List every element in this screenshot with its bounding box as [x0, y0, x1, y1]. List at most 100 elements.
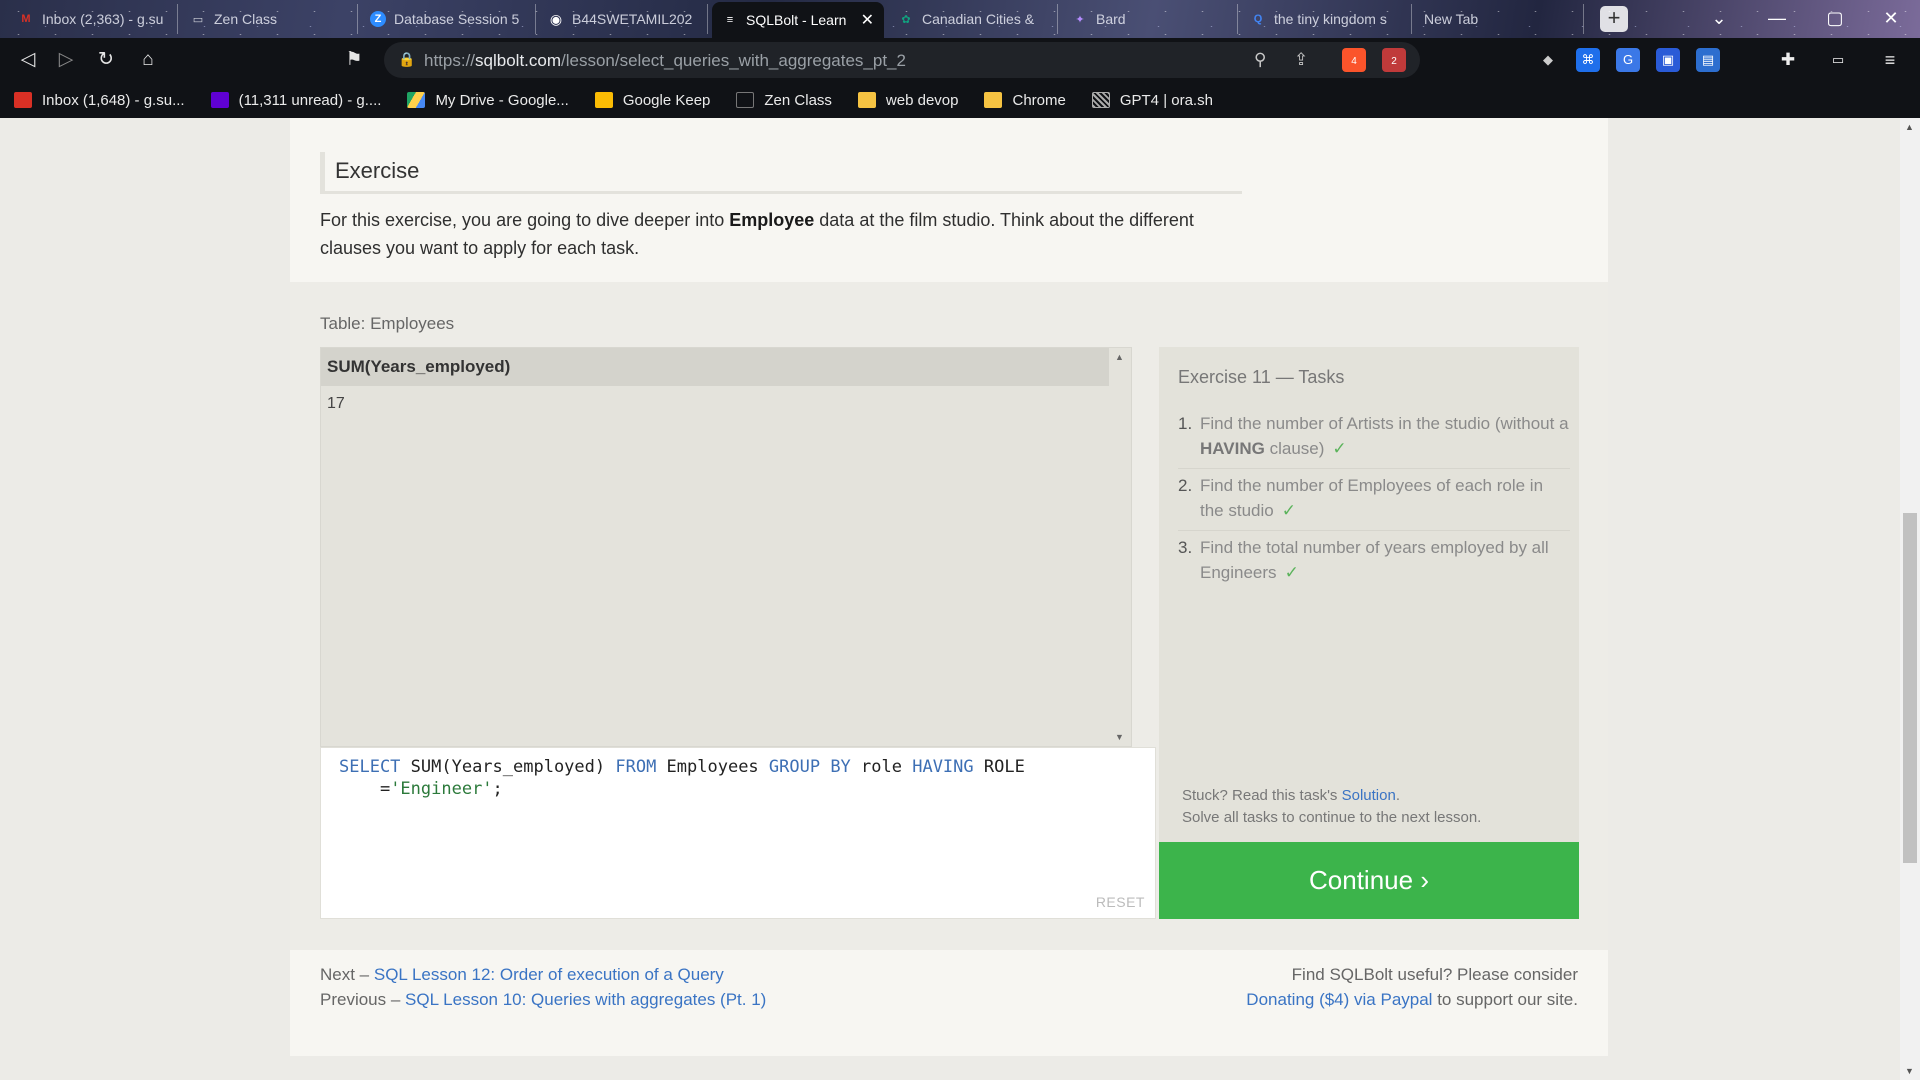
zoom-icon[interactable]: ⚲: [1254, 50, 1266, 70]
tab-search[interactable]: Q the tiny kingdom s: [1240, 4, 1412, 34]
google-drive-icon: [407, 92, 426, 108]
extension-icon-2[interactable]: ⌘: [1576, 48, 1600, 72]
translate-icon[interactable]: G: [1616, 48, 1640, 72]
maximize-button[interactable]: ▢: [1806, 0, 1864, 38]
task-item: 3. Find the total number of years employ…: [1178, 531, 1570, 592]
reload-icon[interactable]: ↻: [92, 46, 120, 74]
sql-keyword: HAVING: [912, 757, 974, 777]
tab-github[interactable]: ◉ B44SWETAMIL202: [538, 4, 708, 34]
tab-search-dropdown-icon[interactable]: ⌄: [1690, 0, 1748, 38]
task-text-part: Find the number of Artists in the studio…: [1200, 414, 1569, 433]
zen-class-icon: ▭: [192, 13, 204, 26]
reset-button[interactable]: RESET: [1096, 894, 1145, 910]
tab-new-tab[interactable]: New Tab: [1414, 4, 1584, 34]
bookmark-google-drive[interactable]: My Drive - Google...: [407, 91, 569, 109]
task-text-part: Find the number of Employees of each rol…: [1200, 476, 1544, 520]
bookmark-label: Zen Class: [764, 91, 832, 109]
close-window-button[interactable]: ✕: [1862, 0, 1920, 38]
bookmark-yahoo-mail[interactable]: (11,311 unread) - g....: [210, 91, 382, 109]
extensions-puzzle-icon[interactable]: ✚: [1776, 48, 1800, 72]
bookmark-label: (11,311 unread) - g....: [238, 91, 382, 109]
task-number: 3.: [1178, 538, 1193, 557]
results-scrollbar[interactable]: ▲ ▼: [1109, 348, 1131, 746]
tab-sqlbolt[interactable]: ≡ SQLBolt - Learn ✕: [712, 2, 884, 38]
back-icon[interactable]: ◁: [14, 46, 42, 74]
extension-icon-3[interactable]: ▣: [1656, 48, 1680, 72]
bookmark-label: Inbox (1,648) - g.su...: [42, 91, 185, 109]
sql-token: SUM(Years_employed): [400, 757, 616, 777]
share-icon[interactable]: ⇪: [1294, 50, 1308, 70]
sql-keyword: SELECT: [339, 757, 401, 777]
bookmark-folder-web-devop[interactable]: web devop: [857, 91, 959, 109]
home-icon[interactable]: ⌂: [134, 46, 162, 74]
bookmark-google-keep[interactable]: Google Keep: [594, 92, 710, 109]
bookmark-label: web devop: [885, 91, 959, 109]
lesson-content: Exercise For this exercise, you are goin…: [290, 118, 1608, 1056]
wallet-icon[interactable]: ▭: [1826, 48, 1850, 72]
continue-button[interactable]: Continue ›: [1159, 842, 1579, 919]
bookmark-label: My Drive - Google...: [435, 91, 569, 109]
sqlbolt-icon: ≡: [726, 14, 734, 26]
checkmark-icon: ✓: [1284, 563, 1299, 582]
new-tab-button[interactable]: +: [1600, 6, 1628, 32]
results-cell: 17: [327, 395, 345, 412]
scroll-down-arrow-icon[interactable]: ▼: [1905, 1066, 1914, 1076]
solve-all-text: Solve all tasks to continue to the next …: [1182, 809, 1482, 826]
next-lesson-line: Next – SQL Lesson 12: Order of execution…: [320, 962, 724, 987]
sql-query-text[interactable]: SELECT SUM(Years_employed) FROM Employee…: [339, 756, 1025, 800]
task-text-bold: HAVING: [1200, 439, 1265, 458]
previous-lesson-link[interactable]: SQL Lesson 10: Queries with aggregates (…: [405, 990, 766, 1009]
tab-chatgpt[interactable]: ✿ Canadian Cities &: [888, 4, 1058, 34]
yahoo-mail-icon: [210, 92, 229, 108]
bookmark-icon[interactable]: ⚑: [340, 46, 368, 74]
tab-bard[interactable]: ✦ Bard: [1062, 4, 1238, 34]
extension-icon-4[interactable]: ▤: [1696, 48, 1720, 72]
scroll-down-arrow-icon[interactable]: ▼: [1115, 732, 1124, 742]
folder-icon: [857, 92, 876, 108]
tab-gmail[interactable]: M Inbox (2,363) - g.su: [8, 4, 178, 34]
tab-zoom[interactable]: Z Database Session 5: [360, 4, 536, 34]
brave-shield-icon[interactable]: 4: [1342, 48, 1366, 72]
task-text-part: clause): [1264, 439, 1325, 458]
table-label: Table: Employees: [320, 314, 455, 333]
bookmark-folder-chrome[interactable]: Chrome: [984, 91, 1066, 109]
stuck-text: .: [1395, 787, 1400, 804]
minimize-button[interactable]: —: [1748, 0, 1806, 38]
extension-icon-1[interactable]: ◆: [1536, 48, 1560, 72]
scrollbar-thumb[interactable]: [1903, 513, 1917, 863]
tab-zen-class[interactable]: ▭ Zen Class: [180, 4, 358, 34]
sql-token: ;: [492, 779, 503, 799]
task-number: 1.: [1178, 414, 1193, 433]
scroll-up-arrow-icon[interactable]: ▲: [1905, 122, 1914, 132]
bookmark-gpt4[interactable]: GPT4 | ora.sh: [1091, 92, 1213, 109]
zoom-icon: Z: [370, 11, 386, 27]
url-path: /lesson/select_queries_with_aggregates_p…: [561, 51, 906, 70]
results-column-header: SUM(Years_employed): [321, 348, 1131, 386]
gpt4-icon: [1091, 92, 1110, 108]
menu-icon[interactable]: ≡: [1878, 48, 1902, 72]
task-text-part: Find the total number of years employed …: [1200, 538, 1549, 582]
next-lesson-link[interactable]: SQL Lesson 12: Order of execution of a Q…: [374, 965, 724, 984]
bookmark-zen-class[interactable]: Zen Class: [736, 92, 832, 109]
scroll-up-arrow-icon[interactable]: ▲: [1115, 352, 1124, 362]
solution-link[interactable]: Solution: [1342, 787, 1396, 804]
bookmark-gmail[interactable]: Inbox (1,648) - g.su...: [14, 92, 185, 109]
brave-badge: 4: [1351, 56, 1357, 67]
bookmarks-bar: Inbox (1,648) - g.su... (11,311 unread) …: [0, 82, 1920, 118]
tasks-panel: Exercise 11 — Tasks 1. Find the number o…: [1159, 347, 1579, 919]
checkmark-icon: ✓: [1281, 501, 1296, 520]
sql-keyword: FROM: [615, 757, 657, 777]
sql-editor[interactable]: SELECT SUM(Years_employed) FROM Employee…: [320, 747, 1156, 919]
bookmark-label: Chrome: [1012, 91, 1066, 109]
page-scrollbar[interactable]: ▲ ▼: [1900, 118, 1920, 1080]
donate-link[interactable]: Donating ($4) via Paypal: [1246, 990, 1432, 1009]
tab-label: Database Session 5: [394, 11, 520, 27]
forward-icon[interactable]: ▷: [52, 46, 80, 74]
brave-rewards-icon[interactable]: 2: [1382, 48, 1406, 72]
address-bar[interactable]: 🔒 https://sqlbolt.com/lesson/select_quer…: [384, 42, 1420, 78]
bard-icon: ✦: [1075, 13, 1085, 26]
donate-line: Donating ($4) via Paypal to support our …: [1246, 987, 1578, 1012]
close-tab-icon[interactable]: ✕: [855, 10, 874, 30]
tab-label: the tiny kingdom s: [1274, 11, 1387, 27]
tab-strip: M Inbox (2,363) - g.su ▭ Zen Class Z Dat…: [0, 0, 1920, 38]
